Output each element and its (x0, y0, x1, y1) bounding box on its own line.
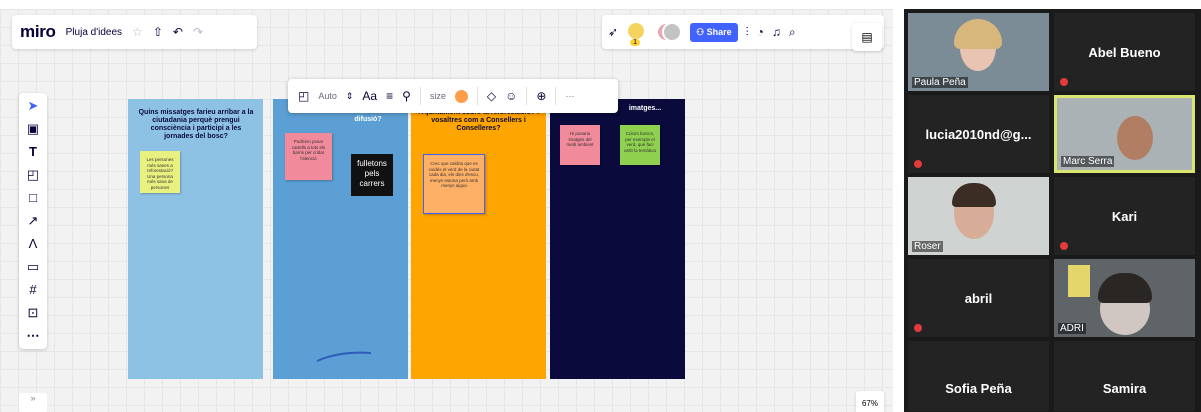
column-title: imatges... (628, 105, 662, 112)
reactions-icon[interactable]: ➶ (608, 25, 618, 39)
board-notes-icon[interactable]: ▤ (852, 23, 882, 51)
participant-name: Samira (1102, 381, 1147, 396)
column-4[interactable]: imatges... Hi posaria imatges del medi a… (550, 99, 685, 379)
online-users[interactable] (656, 22, 683, 42)
participant-tile[interactable]: Kari (1054, 177, 1195, 255)
column-title: Quins missatges farieu arribar a la ciut… (138, 109, 254, 140)
miro-top-bar-right: ➶ 1 ⚇ Share ⫶ ◔ ♫ ⌕ (602, 15, 884, 49)
column-3[interactable]: l'Ajuntament sobre la reforestació? i vo… (411, 99, 546, 379)
sticky-note[interactable]: Hi posaria imatges del medi ambient (560, 125, 600, 165)
avatar-count-badge: 1 (630, 39, 640, 46)
participant-name: Roser (912, 241, 943, 252)
tag-icon[interactable]: ◇ (487, 89, 496, 103)
share-button[interactable]: ⚇ Share (690, 22, 738, 42)
participant-name: Paula Peña (912, 77, 968, 88)
sticky-note[interactable]: Colors bonics, per exemple el verd, que … (620, 125, 660, 165)
divider (526, 87, 528, 105)
participant-tile[interactable]: Sofia Peña (908, 341, 1049, 411)
comment-icon[interactable]: ▭ (27, 260, 39, 274)
participant-name: Marc Serra (1061, 156, 1115, 167)
divider (476, 87, 478, 105)
emoji-icon[interactable]: ☺ (505, 89, 517, 103)
participant-tile-video[interactable]: ADRI (1054, 259, 1195, 337)
share-label: Share (706, 26, 732, 37)
miro-top-bar-left: miro Pluja d'idees ☆ ⇧ ↶ ↷ (12, 15, 257, 49)
frame-icon[interactable]: # (29, 283, 36, 297)
align-icon[interactable]: ≡ (386, 89, 393, 103)
divider (419, 87, 421, 105)
pen-icon[interactable]: Λ (29, 237, 38, 251)
participant-tile[interactable]: Samira (1054, 341, 1195, 411)
column-1[interactable]: Quins missatges farieu arribar a la ciut… (128, 99, 263, 379)
redo-icon[interactable]: ↷ (193, 25, 203, 39)
participant-name: Sofia Peña (945, 381, 1012, 396)
participant-hair (1098, 273, 1152, 303)
color-picker[interactable] (454, 89, 468, 103)
board-name[interactable]: Pluja d'idees (66, 27, 122, 38)
sticky-note[interactable]: fulletons pels carrers (351, 154, 393, 196)
muted-mic-icon (914, 160, 922, 168)
lock-icon[interactable]: ⊕ (536, 89, 546, 103)
expand-panel-button[interactable]: » (19, 393, 47, 412)
column-title: difusió? (354, 116, 382, 123)
sticky-note-selected[interactable]: Crec que caldria que es cuidés el verd d… (423, 154, 485, 214)
participant-tile[interactable]: lucia2010nd@g... (908, 95, 1049, 173)
shape-icon[interactable]: □ (29, 191, 37, 205)
participant-name: lucia2010nd@g... (925, 127, 1032, 142)
upload-content-icon[interactable]: ⊡ (28, 306, 39, 320)
sticky-note-icon[interactable]: ◰ (27, 168, 39, 182)
participant-face (1117, 116, 1153, 160)
muted-mic-icon (1060, 78, 1068, 86)
font-label[interactable]: Aa (362, 89, 377, 103)
muted-mic-icon (1060, 242, 1068, 250)
screen: miro Pluja d'idees ☆ ⇧ ↶ ↷ ➶ 1 ⚇ Share ⫶… (0, 0, 1201, 412)
link-icon[interactable]: ⚲ (402, 89, 411, 103)
notifications-icon[interactable]: ♫ (772, 25, 781, 39)
participant-tile-video[interactable]: Roser (908, 177, 1049, 255)
search-icon[interactable]: ⌕ (789, 25, 796, 40)
font-size-stepper-icon[interactable]: ⇕ (346, 91, 354, 102)
connection-line-icon[interactable]: ↗ (28, 214, 39, 228)
miro-board-canvas[interactable]: miro Pluja d'idees ☆ ⇧ ↶ ↷ ➶ 1 ⚇ Share ⫶… (0, 9, 893, 412)
sticky-context-toolbar: ◰ Auto ⇕ Aa ≡ ⚲ size ◇ ☺ ⊕ ··· (288, 79, 618, 113)
sticky-note[interactable]: Podríem posar cartells a tots els barris… (285, 133, 332, 180)
left-toolbar: ➤ ▣ T ◰ □ ↗ Λ ▭ # ⊡ ⋯ (19, 93, 47, 349)
participant-name: ADRI (1058, 323, 1086, 334)
select-cursor-icon[interactable]: ➤ (28, 99, 39, 113)
participant-tile[interactable]: Abel Bueno (1054, 13, 1195, 91)
template-icon[interactable]: ▣ (27, 122, 39, 136)
star-icon[interactable]: ☆ (132, 25, 143, 39)
sticky-note[interactable]: Les persones més sanes a reforestació? U… (140, 151, 180, 193)
avatar[interactable] (626, 21, 647, 41)
divider (555, 87, 557, 105)
column-2[interactable]: difusió? Podríem posar cartells a tots e… (273, 99, 408, 379)
participant-tile-active-speaker[interactable]: Marc Serra (1054, 95, 1195, 173)
miro-logo[interactable]: miro (20, 22, 56, 42)
participant-hair (954, 19, 1002, 49)
more-tools-icon[interactable]: ⋯ (27, 329, 40, 343)
drawn-stroke[interactable] (315, 347, 375, 367)
sticky-shape-icon[interactable]: ◰ (298, 89, 309, 103)
muted-mic-icon (914, 324, 922, 332)
video-participants-panel: Paula Peña Abel Bueno lucia2010nd@g... M… (904, 9, 1201, 412)
settings-sliders-icon[interactable]: ⫶ (746, 25, 749, 40)
participant-hair (952, 183, 996, 207)
more-options[interactable]: ··· (565, 91, 574, 101)
zoom-level[interactable]: 67% (856, 391, 884, 412)
participant-tile-video[interactable]: Paula Peña (908, 13, 1049, 91)
background-poster (1068, 265, 1090, 297)
participant-name: Kari (1111, 209, 1138, 224)
size-label[interactable]: size (430, 91, 446, 101)
collaborator-avatar-group[interactable]: 1 (626, 21, 648, 46)
font-mode[interactable]: Auto (318, 91, 337, 101)
undo-icon[interactable]: ↶ (173, 25, 183, 39)
participant-name: Abel Bueno (1088, 45, 1161, 60)
participant-tile[interactable]: abril (908, 259, 1049, 337)
upload-icon[interactable]: ⇧ (153, 25, 163, 39)
avatar[interactable] (662, 22, 683, 42)
participant-name: abril (964, 291, 993, 306)
text-tool-icon[interactable]: T (29, 145, 37, 159)
timer-icon[interactable]: ◔ (757, 25, 764, 39)
